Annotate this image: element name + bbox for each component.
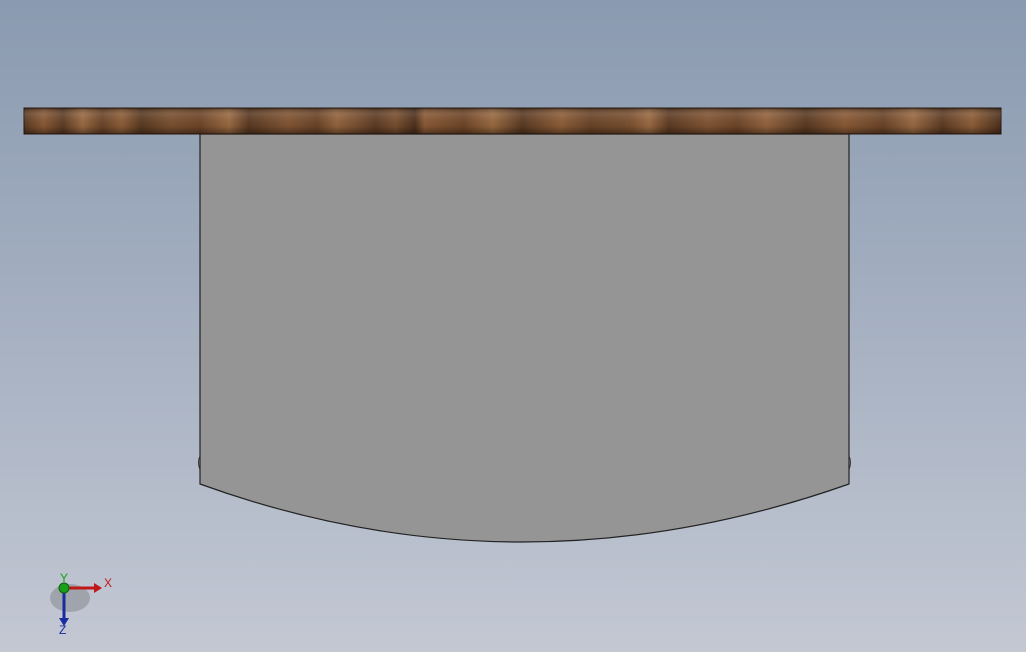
graphics-viewport[interactable]: X Z Y: [0, 0, 1026, 652]
part-body: [199, 133, 850, 543]
x-axis-label: X: [104, 576, 112, 590]
x-axis-arrowhead: [94, 583, 102, 593]
coordinate-triad: X Z Y: [50, 572, 112, 636]
model-view[interactable]: [0, 0, 1026, 652]
y-axis-label: Y: [60, 572, 68, 585]
part-flange-shading: [24, 108, 1001, 134]
z-axis-label: Z: [59, 623, 66, 636]
